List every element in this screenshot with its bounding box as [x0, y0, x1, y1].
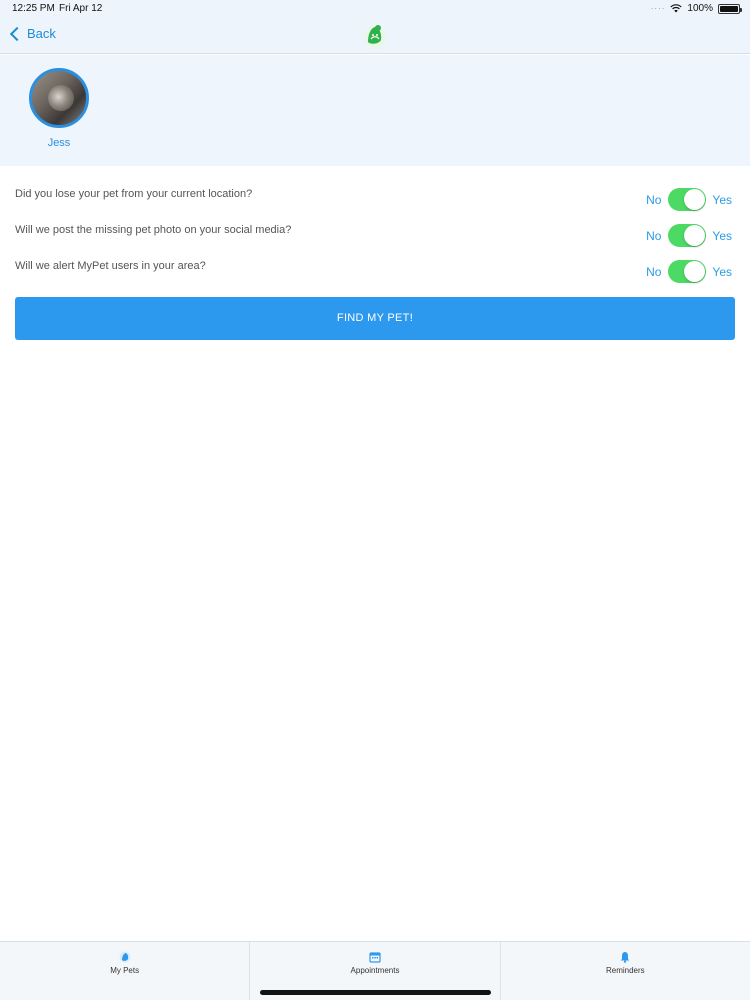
mypet-logo-icon — [364, 25, 386, 49]
toggle-yes-label: Yes — [712, 228, 732, 243]
wifi-icon — [670, 4, 683, 13]
toggle-no-label: No — [646, 264, 662, 279]
toggle-group-social-media: No Yes — [646, 224, 732, 247]
toggle-no-label: No — [646, 228, 662, 243]
switch-knob — [684, 261, 706, 282]
chevron-left-icon — [9, 26, 25, 41]
tab-my-pets[interactable]: My Pets — [0, 942, 249, 1000]
status-time: 12:25 PM — [12, 3, 55, 14]
switch-knob — [684, 225, 706, 246]
navigation-bar: Back — [0, 18, 750, 54]
pet-photo — [48, 85, 74, 111]
toggle-group-alert-users: No Yes — [646, 260, 732, 283]
tab-label: Reminders — [605, 966, 645, 975]
tab-label: My Pets — [110, 966, 140, 975]
toggle-no-label: No — [646, 192, 662, 207]
status-bar: 12:25 PM Fri Apr 12 ···· 100% — [0, 0, 750, 18]
status-date: Fri Apr 12 — [59, 3, 103, 14]
calendar-icon — [369, 952, 381, 963]
question-social-media: Will we post the missing pet photo on yo… — [15, 224, 292, 236]
battery-percent: 100% — [687, 3, 713, 14]
current-location-switch[interactable] — [668, 188, 707, 211]
battery-icon — [718, 3, 742, 14]
bell-icon — [621, 952, 630, 963]
find-my-pet-button[interactable]: FIND MY PET! — [15, 297, 735, 340]
home-indicator — [260, 990, 491, 995]
back-label: Back — [27, 26, 56, 41]
pet-avatar[interactable] — [29, 68, 89, 128]
question-alert-users: Will we alert MyPet users in your area? — [15, 260, 206, 272]
multitasking-dots-icon: ···· — [650, 4, 666, 13]
switch-knob — [684, 189, 706, 210]
question-current-location: Did you lose your pet from your current … — [15, 188, 253, 200]
tab-reminders[interactable]: Reminders — [499, 942, 750, 1000]
pet-icon — [119, 951, 131, 963]
alert-users-switch[interactable] — [668, 260, 707, 283]
pet-profile-header: Jess — [0, 55, 750, 166]
pet-name: Jess — [47, 137, 71, 149]
toggle-yes-label: Yes — [712, 264, 732, 279]
status-indicators: ···· 100% — [650, 3, 742, 14]
toggle-group-current-location: No Yes — [646, 188, 732, 211]
back-button[interactable]: Back — [8, 26, 56, 41]
toggle-yes-label: Yes — [712, 192, 732, 207]
tab-label: Appointments — [350, 966, 400, 975]
battery-fill — [720, 5, 738, 12]
social-media-switch[interactable] — [668, 224, 707, 247]
